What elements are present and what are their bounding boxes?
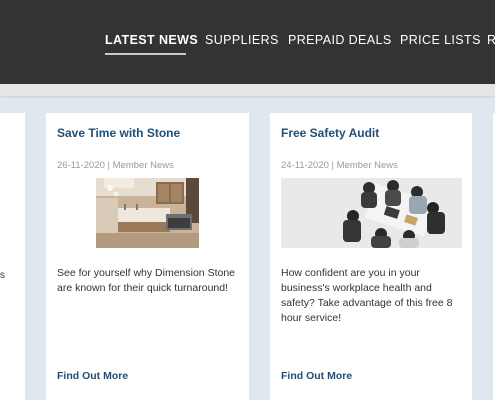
nav-next-item[interactable]: R — [487, 33, 495, 47]
active-tab-underline — [105, 53, 186, 55]
top-navigation: LATEST NEWS SUPPLIERS PREPAID DEALS PRIC… — [0, 0, 495, 84]
card-title[interactable]: Free Safety Audit — [281, 126, 379, 140]
news-card: Free Safety Audit 24-11-2020 | Member Ne… — [270, 113, 472, 400]
nav-latest-news[interactable]: LATEST NEWS — [105, 33, 198, 47]
nav-prepaid-deals[interactable]: PREPAID DEALS — [288, 33, 392, 47]
card-body-fragment: s — [0, 270, 5, 281]
nav-price-lists[interactable]: PRICE LISTS — [400, 33, 481, 47]
card-date-category: 26-11-2020 | Member News — [57, 160, 174, 171]
card-excerpt: See for yourself why Dimension Stone are… — [57, 267, 236, 294]
find-out-more-link[interactable]: Find Out More — [57, 370, 128, 382]
news-card-partial-left: s — [0, 113, 25, 400]
card-date-category: 24-11-2020 | Member News — [281, 160, 398, 171]
card-title[interactable]: Save Time with Stone — [57, 126, 180, 140]
find-out-more-link[interactable]: Find Out More — [281, 370, 352, 382]
nav-shadow-strip — [0, 84, 495, 96]
nav-suppliers[interactable]: SUPPLIERS — [205, 33, 279, 47]
news-card: Save Time with Stone 26-11-2020 | Member… — [46, 113, 249, 400]
meeting-photo[interactable] — [281, 178, 462, 248]
kitchen-photo[interactable] — [96, 178, 199, 248]
card-excerpt: How confident are you in your business's… — [281, 267, 453, 324]
